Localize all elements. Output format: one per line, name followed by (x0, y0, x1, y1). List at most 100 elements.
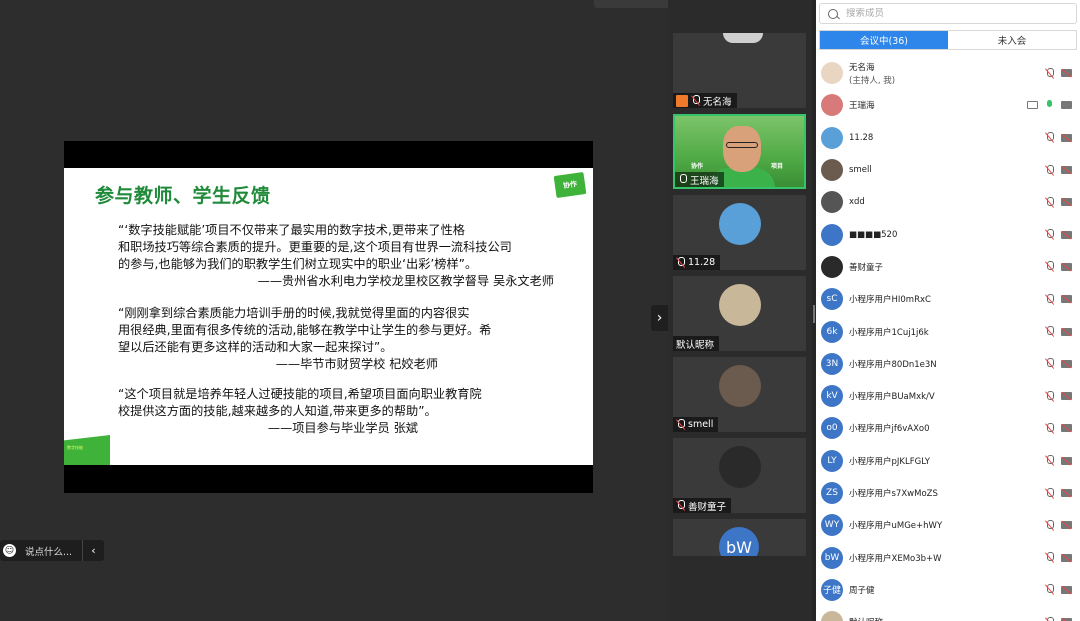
member-row[interactable]: kV 小程序用户BUaMxk/V (816, 380, 1080, 412)
main-stage: 参与教师、学生反馈 协作 “‘数字技能赋能’项目不仅带来了最实用的数字技术,更带… (0, 0, 772, 621)
tile-name-label: 善财童子 (673, 498, 732, 513)
camera-off-icon[interactable] (1061, 424, 1072, 433)
member-row[interactable]: 11.28 (816, 122, 1080, 154)
camera-off-icon[interactable] (1061, 392, 1072, 401)
video-tile[interactable]: 善财童子 (673, 438, 806, 513)
mic-muted-icon[interactable] (1045, 616, 1054, 621)
video-tile[interactable]: 默认昵称 (673, 276, 806, 351)
video-tile[interactable]: bW (673, 519, 806, 556)
member-row[interactable]: 默认昵称 (816, 606, 1080, 621)
member-row[interactable]: sC 小程序用户HI0mRxC (816, 283, 1080, 315)
members-panel: 会议中(36) 未入会 无名海 (主持人, 我) 王瑞海 11.28 smell xdd ■… (816, 0, 1080, 621)
member-row[interactable]: WY 小程序用户uMGe+hWY (816, 509, 1080, 541)
camera-off-icon[interactable] (1061, 553, 1072, 562)
camera-off-icon[interactable] (1061, 133, 1072, 142)
member-row[interactable]: o0 小程序用户jf6vAXo0 (816, 412, 1080, 444)
member-row[interactable]: 无名海 (主持人, 我) (816, 57, 1080, 89)
camera-off-icon[interactable] (1061, 489, 1072, 497)
video-tile[interactable]: 11.28 (673, 195, 806, 270)
member-avatar: 6k (821, 320, 843, 343)
expand-strip-button[interactable]: › (651, 305, 668, 331)
mic-muted-icon[interactable] (1045, 196, 1054, 208)
member-row[interactable]: ■■■■520 (816, 218, 1080, 250)
quote-line: “这个项目就是培养年轻人过硬技能的项目,希望项目面向职业教育院 (118, 387, 482, 401)
member-row[interactable]: xdd (816, 186, 1080, 218)
mic-muted-icon[interactable] (1045, 67, 1054, 79)
member-role: (主持人, 我) (849, 76, 896, 86)
mic-muted-icon[interactable] (1045, 358, 1054, 369)
camera-off-icon[interactable] (1061, 359, 1072, 368)
mic-muted-icon[interactable] (1045, 552, 1054, 563)
mic-muted-icon[interactable] (1045, 293, 1054, 305)
video-strip: 无名海 协作 项目 王瑞海 11.28 默认昵称 smell 善财童子 bW (668, 0, 812, 621)
member-row[interactable]: bW 小程序用户XEMo3b+W (816, 541, 1080, 573)
member-status-icons (1045, 487, 1072, 499)
member-status-icons (1045, 422, 1072, 434)
camera-off-icon[interactable] (1061, 69, 1072, 78)
quote-line: 和职场技巧等综合素质的提升。更重要的是,这个项目有世界一流科技公司 (118, 240, 512, 254)
mic-muted-icon[interactable] (1045, 326, 1054, 337)
quote-line: 的参与,也能够为我们的职教学生们树立现实中的职业‘出彩’榜样”。 (118, 257, 478, 271)
member-name: ■■■■520 (849, 229, 898, 240)
mic-muted-icon[interactable] (1045, 519, 1054, 531)
camera-off-icon[interactable] (1061, 585, 1072, 594)
mic-muted-icon[interactable] (1045, 132, 1054, 143)
mic-muted-icon[interactable] (1045, 390, 1054, 402)
tile-name: 11.28 (688, 257, 716, 268)
mic-muted-icon[interactable] (1045, 487, 1054, 499)
member-avatar: ZS (821, 482, 843, 504)
member-avatar (821, 62, 843, 85)
camera-off-icon[interactable] (1061, 295, 1072, 304)
member-status-icons (1045, 132, 1072, 143)
video-tile-speaking[interactable]: 协作 项目 王瑞海 (673, 114, 806, 189)
camera-off-icon[interactable] (1061, 521, 1072, 530)
mic-icon[interactable] (1045, 99, 1054, 111)
member-status-icons (1045, 552, 1072, 563)
member-row[interactable]: 子健 周子健 (816, 574, 1080, 606)
mic-muted-icon[interactable] (1045, 584, 1054, 595)
emoji-icon[interactable]: ☺ (3, 544, 16, 557)
camera-icon[interactable] (1061, 101, 1072, 110)
member-row[interactable]: ZS 小程序用户s7XwMoZS (816, 477, 1080, 509)
mic-muted-icon (676, 419, 685, 430)
mic-muted-icon[interactable] (1045, 422, 1054, 434)
video-tile[interactable]: 无名海 (673, 33, 806, 108)
shared-screen: 参与教师、学生反馈 协作 “‘数字技能赋能’项目不仅带来了最实用的数字技术,更带… (64, 141, 593, 493)
tab-not-joined[interactable]: 未入会 (948, 31, 1076, 49)
camera-off-icon[interactable] (1061, 230, 1072, 239)
mic-muted-icon[interactable] (1045, 455, 1054, 466)
mic-muted-icon[interactable] (1045, 164, 1054, 176)
member-row[interactable]: 王瑞海 (816, 89, 1080, 121)
member-row[interactable]: smell (816, 154, 1080, 186)
member-name: 无名海 (849, 63, 875, 73)
resize-handle[interactable] (813, 305, 815, 323)
camera-off-icon[interactable] (1061, 262, 1072, 271)
member-row[interactable]: LY 小程序用户pJKLFGLY (816, 445, 1080, 477)
camera-off-icon[interactable] (1061, 456, 1072, 465)
member-search[interactable] (819, 3, 1077, 24)
member-list: 无名海 (主持人, 我) 王瑞海 11.28 smell xdd ■■■■520 善财童子 sC… (816, 57, 1080, 621)
member-name: 小程序用户1Cuj1j6k (849, 327, 929, 338)
screen-share-icon[interactable] (1027, 101, 1038, 110)
member-status-icons (1045, 229, 1072, 240)
mic-muted-icon[interactable] (1045, 261, 1054, 272)
camera-off-icon[interactable] (1061, 327, 1072, 336)
camera-off-icon[interactable] (1061, 198, 1072, 207)
member-row[interactable]: 善财童子 (816, 251, 1080, 283)
camera-off-icon[interactable] (1061, 166, 1072, 175)
member-avatar: sC (821, 288, 843, 311)
collapse-chat-button[interactable]: ‹ (82, 540, 104, 561)
avatar (719, 446, 761, 488)
member-status-icons (1045, 326, 1072, 337)
mic-muted-icon[interactable] (1045, 229, 1054, 240)
member-status-icons (1045, 455, 1072, 466)
member-row[interactable]: 3N 小程序用户80Dn1e3N (816, 348, 1080, 380)
chat-placeholder[interactable]: 说点什么... (25, 544, 72, 558)
member-status-icons (1045, 164, 1072, 176)
member-row[interactable]: 6k 小程序用户1Cuj1j6k (816, 315, 1080, 347)
quote-line: “刚刚拿到综合素质能力培训手册的时候,我就觉得里面的内容很实 (118, 306, 470, 320)
search-input[interactable] (846, 8, 1066, 19)
tab-in-meeting[interactable]: 会议中(36) (820, 31, 948, 49)
chat-input-bar[interactable]: ☺ 说点什么... ‹ (0, 540, 104, 561)
video-tile[interactable]: smell (673, 357, 806, 432)
